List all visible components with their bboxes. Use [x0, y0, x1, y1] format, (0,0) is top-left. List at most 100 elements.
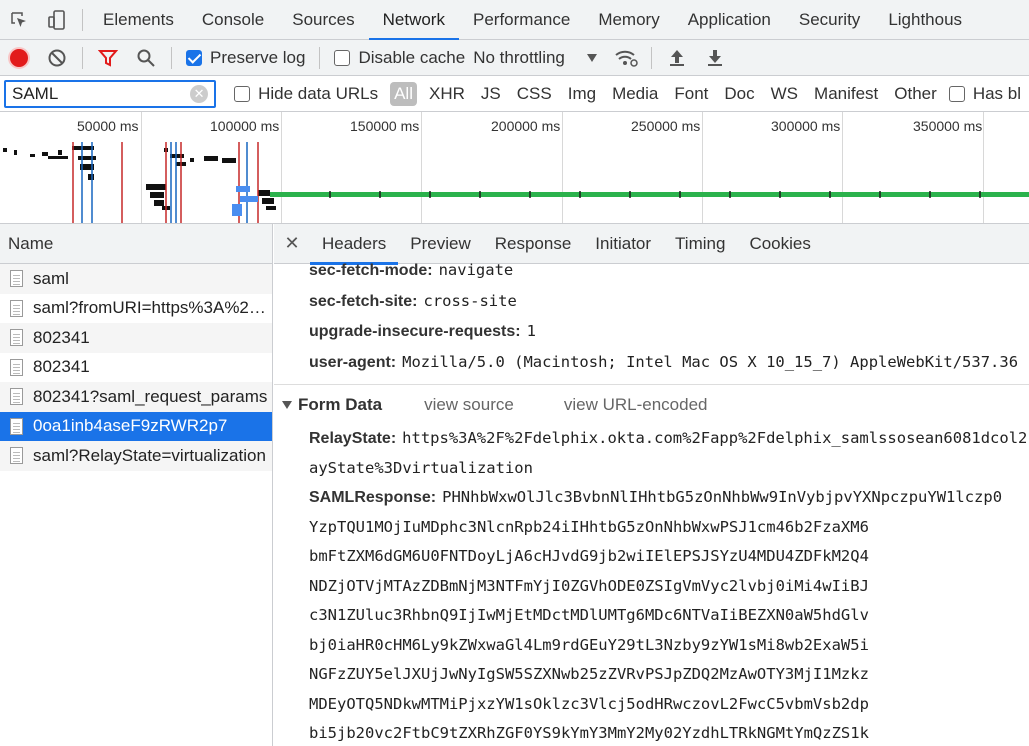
type-filter-all[interactable]: All — [390, 81, 417, 106]
import-har-button[interactable] — [658, 40, 696, 76]
clear-filter-icon[interactable]: ✕ — [190, 84, 209, 103]
close-details-icon[interactable]: ✕ — [274, 233, 310, 254]
saml-response-line: NDZjOTVjMTAzZDBmNjM3NTFmYjI0ZGVhODE0ZSIg… — [309, 577, 869, 595]
type-filter-js[interactable]: JS — [473, 84, 509, 104]
inspect-element-icon[interactable] — [0, 0, 38, 40]
request-row[interactable]: saml?RelayState=virtualization — [0, 441, 272, 471]
record-button[interactable] — [0, 40, 38, 76]
tab-performance[interactable]: Performance — [459, 0, 584, 40]
hide-data-urls-checkbox[interactable]: Hide data URLs — [216, 84, 386, 104]
tab-security[interactable]: Security — [785, 0, 874, 40]
record-icon — [10, 48, 28, 67]
form-value: PHNhbWxwOlJlc3BvbnNlIHhtbG5zOnNhbWw9InVy… — [442, 488, 1003, 506]
filter-input-value: SAML — [12, 83, 59, 103]
type-filter-doc[interactable]: Doc — [716, 84, 762, 104]
header-key: sec-fetch-site: — [309, 293, 418, 310]
checkbox-checked[interactable] — [186, 49, 202, 66]
tab-console[interactable]: Console — [188, 0, 278, 40]
search-button[interactable] — [127, 40, 165, 76]
tab-network[interactable]: Network — [368, 0, 460, 41]
network-conditions-button[interactable] — [607, 40, 645, 76]
request-row-selected[interactable]: 0oa1inb4aseF9zRWR2p7 — [0, 411, 272, 441]
tab-sources[interactable]: Sources — [278, 0, 368, 40]
view-source-link[interactable]: view source — [424, 395, 514, 415]
wifi-settings-icon — [615, 50, 638, 67]
request-row[interactable]: 802341 — [0, 323, 272, 353]
request-row[interactable]: saml — [0, 264, 272, 294]
tab-elements[interactable]: Elements — [89, 0, 188, 40]
header-row: upgrade-insecure-requests: 1 — [309, 322, 536, 341]
type-filter-img[interactable]: Img — [560, 84, 604, 104]
network-overview-timeline[interactable]: 50000 ms 100000 ms 150000 ms 200000 ms 2… — [0, 112, 1029, 224]
has-blocked-cookies-checkbox[interactable]: Has bl — [945, 84, 1029, 104]
type-filter-css[interactable]: CSS — [509, 84, 560, 104]
upload-icon — [669, 49, 684, 66]
filter-bar: SAML ✕ Hide data URLs All XHR JS CSS Img… — [0, 76, 1029, 112]
tab-response[interactable]: Response — [483, 224, 584, 264]
form-field-relaystate: RelayState: https%3A%2F%2Fdelphix.okta.co… — [309, 429, 1027, 448]
saml-response-line: bj0iaHR0cHM6Ly9kZWxwaGl4Lm9rdGEuY29tL3Nz… — [309, 636, 869, 654]
request-name: saml — [33, 268, 69, 288]
document-icon — [10, 447, 23, 465]
saml-response-line: YzpTQU1MOjIuMDphc3NlcnRpb24iIHhtbG5zOnNh… — [309, 518, 869, 536]
tab-application[interactable]: Application — [674, 0, 785, 40]
disable-cache-checkbox[interactable]: Disable cache — [326, 48, 473, 68]
type-filter-other[interactable]: Other — [886, 84, 945, 104]
filter-button[interactable] — [89, 40, 127, 76]
view-url-encoded-link[interactable]: view URL-encoded — [564, 395, 708, 415]
request-name: 0oa1inb4aseF9zRWR2p7 — [33, 416, 228, 436]
type-filter-manifest[interactable]: Manifest — [806, 84, 886, 104]
request-row[interactable]: 802341?saml_request_params — [0, 382, 272, 412]
tab-initiator[interactable]: Initiator — [583, 224, 663, 264]
form-data-section-header[interactable]: Form Data view source view URL-encoded — [282, 395, 707, 415]
checkbox-unchecked[interactable] — [334, 49, 351, 66]
request-name: saml?fromURI=https%3A%2F%2Fdelphix.okta.… — [33, 298, 272, 318]
header-key: user-agent: — [309, 354, 397, 371]
form-key: RelayState: — [309, 430, 397, 447]
document-icon — [10, 388, 23, 406]
filter-icon — [98, 49, 118, 67]
preserve-log-checkbox[interactable]: Preserve log — [178, 48, 313, 68]
separator — [650, 46, 652, 69]
filter-input[interactable]: SAML ✕ — [4, 79, 217, 108]
form-value-continued: ayState%3Dvirtualization — [309, 459, 533, 477]
device-toolbar-icon[interactable] — [38, 0, 76, 40]
throttling-value: No throttling — [473, 47, 565, 67]
checkbox-unchecked[interactable] — [234, 85, 251, 102]
header-value: cross-site — [423, 292, 517, 310]
type-filter-media[interactable]: Media — [604, 84, 666, 104]
header-key: upgrade-insecure-requests: — [309, 323, 521, 340]
expand-triangle-icon — [282, 401, 292, 409]
form-data-title: Form Data — [298, 395, 383, 414]
name-column-header[interactable]: Name — [0, 224, 272, 264]
request-list: Name saml saml?fromURI=https%3A%2F%2Fdel… — [0, 224, 273, 746]
checkbox-unchecked[interactable] — [948, 85, 965, 102]
request-rows: saml saml?fromURI=https%3A%2F%2Fdelphix.… — [0, 264, 272, 471]
request-name: saml?RelayState=virtualization — [33, 445, 266, 465]
hide-data-urls-label: Hide data URLs — [258, 83, 379, 103]
tab-headers[interactable]: Headers — [310, 224, 399, 265]
download-icon — [707, 49, 722, 66]
form-field-samlresponse: SAMLResponse: PHNhbWxwOlJlc3BvbnNlIHhtbG5… — [309, 488, 1002, 507]
tab-timing[interactable]: Timing — [663, 224, 737, 264]
request-row[interactable]: 802341 — [0, 353, 272, 383]
type-filter-font[interactable]: Font — [666, 84, 716, 104]
type-filter-ws[interactable]: WS — [763, 84, 806, 104]
type-filter-xhr[interactable]: XHR — [421, 84, 473, 104]
request-name: 802341 — [33, 357, 90, 377]
tab-lighthouse[interactable]: Lighthous — [874, 0, 976, 40]
throttling-select[interactable]: No throttling — [473, 48, 597, 68]
clear-button[interactable] — [38, 40, 76, 76]
document-icon — [10, 329, 23, 347]
request-details-pane: ✕ Headers Preview Response Initiator Tim… — [274, 224, 1029, 746]
tab-memory[interactable]: Memory — [584, 0, 673, 40]
document-icon — [10, 358, 23, 376]
document-icon — [10, 270, 23, 288]
tab-preview[interactable]: Preview — [398, 224, 482, 264]
request-row[interactable]: saml?fromURI=https%3A%2F%2Fdelphix.okta.… — [0, 294, 272, 324]
tab-cookies[interactable]: Cookies — [737, 224, 822, 264]
saml-response-line: c3N1ZUluc3RhbnQ9IjIwMjEtMDctMDlUMTg6MDc6… — [309, 606, 869, 624]
disable-cache-label: Disable cache — [358, 47, 466, 67]
header-key: sec-fetch-mode: — [309, 262, 433, 279]
export-har-button[interactable] — [696, 40, 734, 76]
